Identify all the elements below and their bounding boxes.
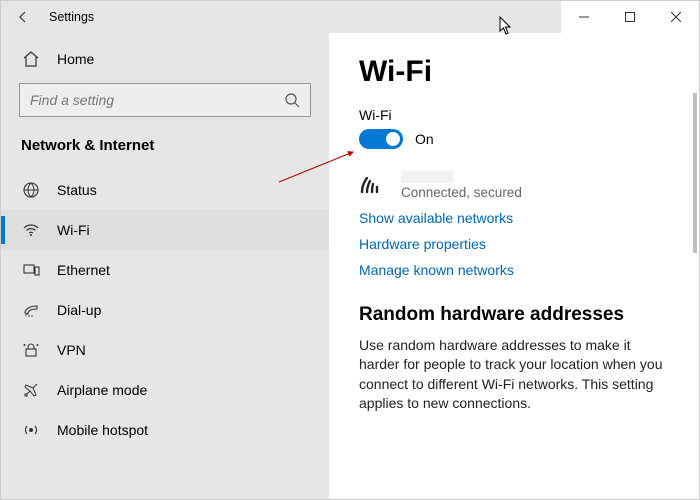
globe-icon bbox=[21, 180, 41, 200]
sidebar-home[interactable]: Home bbox=[1, 39, 329, 79]
sidebar-item-wifi[interactable]: Wi-Fi bbox=[1, 210, 329, 250]
link-known-networks[interactable]: Manage known networks bbox=[359, 262, 671, 278]
search-box[interactable] bbox=[19, 83, 311, 117]
sidebar-item-label: Ethernet bbox=[57, 262, 110, 278]
sidebar-item-airplane[interactable]: Airplane mode bbox=[1, 370, 329, 410]
vpn-icon bbox=[21, 340, 41, 360]
network-name-redacted bbox=[401, 171, 453, 183]
wifi-toggle-state: On bbox=[415, 131, 434, 147]
dialup-icon bbox=[21, 300, 41, 320]
random-addresses-heading: Random hardware addresses bbox=[359, 304, 671, 326]
sidebar-item-dialup[interactable]: Dial-up bbox=[1, 290, 329, 330]
main-content: Wi-Fi Wi-Fi On Connected, secured Show a… bbox=[329, 33, 699, 499]
network-status: Connected, secured bbox=[401, 185, 522, 200]
sidebar: Home Network & Internet Status Wi-Fi bbox=[1, 33, 329, 499]
sidebar-item-hotspot[interactable]: Mobile hotspot bbox=[1, 410, 329, 450]
back-button[interactable] bbox=[1, 1, 45, 33]
wifi-toggle[interactable] bbox=[359, 129, 403, 149]
sidebar-home-label: Home bbox=[57, 51, 94, 67]
airplane-icon bbox=[21, 380, 41, 400]
maximize-button[interactable] bbox=[607, 1, 653, 33]
wifi-section-label: Wi-Fi bbox=[359, 107, 671, 123]
link-hardware-properties[interactable]: Hardware properties bbox=[359, 236, 671, 252]
ethernet-icon bbox=[21, 260, 41, 280]
sidebar-category: Network & Internet bbox=[1, 127, 329, 170]
sidebar-item-label: Wi-Fi bbox=[57, 222, 90, 238]
current-network[interactable]: Connected, secured bbox=[359, 171, 671, 200]
sidebar-item-label: Status bbox=[57, 182, 97, 198]
sidebar-item-label: Airplane mode bbox=[57, 382, 147, 398]
search-input[interactable] bbox=[30, 92, 284, 108]
minimize-button[interactable] bbox=[561, 1, 607, 33]
sidebar-item-label: Mobile hotspot bbox=[57, 422, 148, 438]
wifi-signal-icon bbox=[359, 174, 387, 198]
sidebar-item-label: Dial-up bbox=[57, 302, 101, 318]
sidebar-item-vpn[interactable]: VPN bbox=[1, 330, 329, 370]
close-button[interactable] bbox=[653, 1, 699, 33]
wifi-toggle-row: On bbox=[359, 129, 671, 149]
scrollbar[interactable] bbox=[693, 93, 697, 253]
home-icon bbox=[21, 49, 41, 69]
sidebar-item-status[interactable]: Status bbox=[1, 170, 329, 210]
random-addresses-description: Use random hardware addresses to make it… bbox=[359, 336, 669, 413]
window-title: Settings bbox=[49, 10, 94, 24]
sidebar-item-ethernet[interactable]: Ethernet bbox=[1, 250, 329, 290]
sidebar-item-label: VPN bbox=[57, 342, 86, 358]
search-icon bbox=[284, 92, 300, 108]
titlebar: Settings bbox=[1, 1, 699, 33]
wifi-icon bbox=[21, 220, 41, 240]
hotspot-icon bbox=[21, 420, 41, 440]
link-available-networks[interactable]: Show available networks bbox=[359, 210, 671, 226]
page-title: Wi-Fi bbox=[359, 55, 671, 89]
